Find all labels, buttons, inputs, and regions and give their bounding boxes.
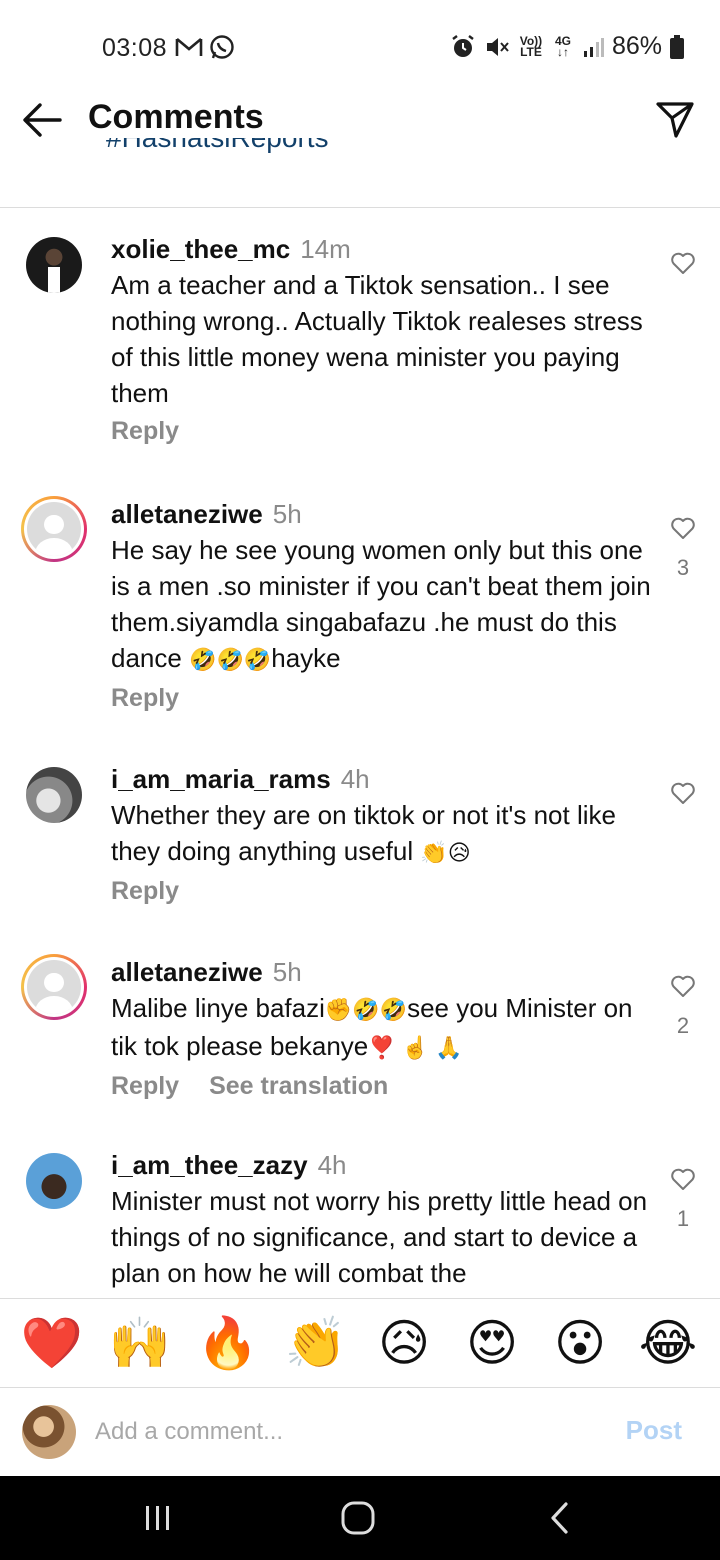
- heart-icon[interactable]: [670, 516, 696, 540]
- post-caption-clipped: #HashatsiReports: [106, 138, 329, 172]
- comments-list[interactable]: xolie_thee_mc 14m Am a teacher and a Tikt…: [0, 209, 720, 1297]
- back-arrow-icon[interactable]: [20, 100, 64, 140]
- comment-composer: Post: [0, 1389, 720, 1475]
- heart-icon[interactable]: [670, 781, 696, 805]
- comment-text: He say he see young women only but this …: [111, 535, 651, 673]
- comment-time: 4h: [317, 1150, 347, 1180]
- reaction-clap[interactable]: 👏: [281, 1318, 351, 1368]
- reaction-laugh[interactable]: 😂: [633, 1318, 703, 1368]
- heart-icon[interactable]: [670, 974, 696, 998]
- status-notification-icons: [174, 33, 236, 61]
- comment-text: Whether they are on tiktok or not it's n…: [111, 800, 616, 866]
- network-type-indicator: 4G ↓↑: [554, 33, 571, 59]
- status-system-icons: Vo)) LTE 4G ↓↑ 86%: [450, 32, 684, 61]
- reply-button[interactable]: Reply: [111, 1072, 179, 1101]
- avatar[interactable]: [26, 1153, 82, 1209]
- comment-username[interactable]: i_am_thee_zazy: [111, 1150, 308, 1180]
- comment-time: 4h: [340, 764, 370, 794]
- comment-time: 5h: [272, 499, 302, 529]
- avatar[interactable]: [21, 954, 87, 1020]
- comment-input[interactable]: [95, 1415, 575, 1449]
- status-bar: 03:08 Vo)) LTE 4G ↓↑ 86%: [0, 0, 720, 92]
- home-icon[interactable]: [338, 1500, 378, 1536]
- like-count: 1: [676, 1206, 690, 1231]
- recent-apps-icon[interactable]: [138, 1500, 178, 1536]
- reaction-surprised[interactable]: 😮: [545, 1318, 615, 1368]
- comment-text: Malibe linye bafazi✊🤣🤣see you Minister o…: [111, 993, 633, 1061]
- system-nav-bar: [0, 1476, 720, 1560]
- gmail-icon: [175, 38, 203, 56]
- reaction-sad[interactable]: 😥: [369, 1318, 439, 1368]
- comment-text: Am a teacher and a Tiktok sensation.. I …: [111, 270, 643, 408]
- avatar[interactable]: [26, 237, 82, 293]
- send-icon[interactable]: [654, 98, 696, 140]
- comment-text: Minister must not worry his pretty littl…: [111, 1186, 648, 1288]
- comment-time: 14m: [300, 234, 351, 264]
- back-nav-icon[interactable]: [540, 1500, 580, 1536]
- whatsapp-icon: [210, 35, 234, 59]
- signal-icon: [583, 37, 604, 57]
- quick-reactions-bar: ❤️ 🙌 🔥 👏 😥 😍 😮 😂: [0, 1298, 720, 1388]
- comment-username[interactable]: alletaneziwe: [111, 957, 263, 987]
- see-translation-button[interactable]: See translation: [209, 1072, 388, 1101]
- reaction-raised-hands[interactable]: 🙌: [105, 1318, 175, 1368]
- comment-username[interactable]: i_am_maria_rams: [111, 764, 331, 794]
- divider: [0, 207, 720, 208]
- like-count: 3: [676, 555, 690, 580]
- like-count: 2: [676, 1013, 690, 1038]
- my-avatar: [22, 1405, 76, 1459]
- alarm-icon: [452, 34, 474, 57]
- reaction-heart-eyes[interactable]: 😍: [457, 1318, 527, 1368]
- comment-time: 5h: [272, 957, 302, 987]
- heart-icon[interactable]: [670, 1167, 696, 1191]
- post-button[interactable]: Post: [626, 1415, 682, 1446]
- heart-icon[interactable]: [670, 251, 696, 275]
- comment-username[interactable]: alletaneziwe: [111, 499, 263, 529]
- reply-button[interactable]: Reply: [111, 684, 179, 713]
- page-title: Comments: [88, 98, 264, 136]
- reply-button[interactable]: Reply: [111, 417, 179, 446]
- status-time: 03:08: [102, 34, 168, 62]
- battery-percent: 86%: [611, 32, 662, 60]
- reaction-fire[interactable]: 🔥: [193, 1318, 263, 1368]
- volte-indicator: Vo)) LTE: [519, 33, 543, 59]
- mute-icon: [486, 37, 509, 56]
- reply-button[interactable]: Reply: [111, 877, 179, 906]
- avatar[interactable]: [26, 767, 82, 823]
- reaction-heart[interactable]: ❤️: [17, 1318, 87, 1368]
- comment-username[interactable]: xolie_thee_mc: [111, 234, 290, 264]
- battery-icon: [670, 34, 684, 59]
- avatar[interactable]: [21, 496, 87, 562]
